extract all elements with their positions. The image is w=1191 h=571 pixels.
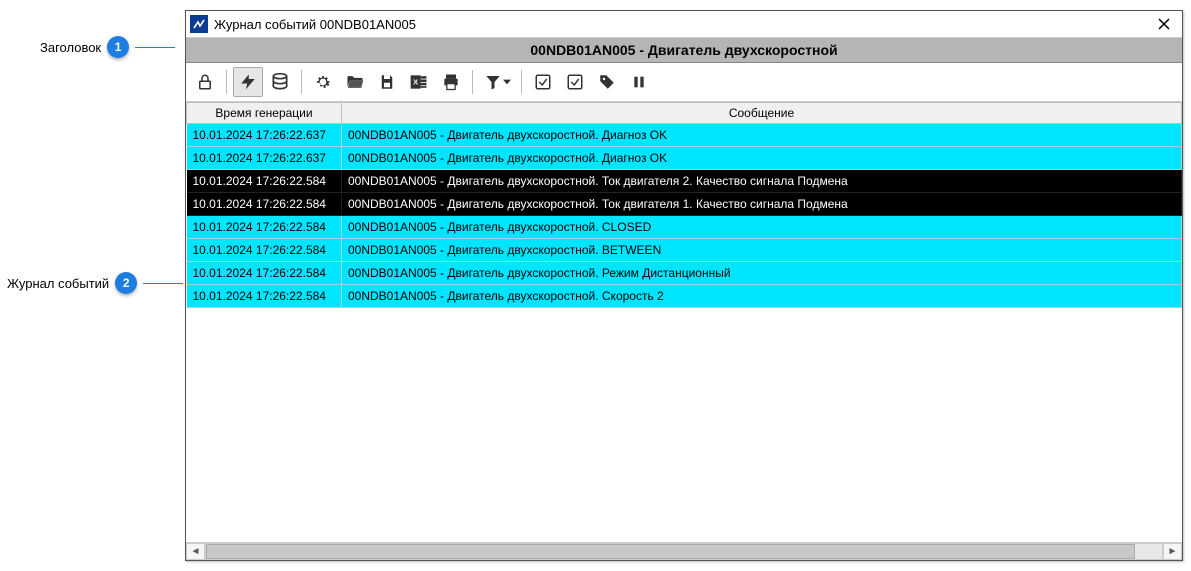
- check-all-button[interactable]: [528, 67, 558, 97]
- check-selection-button[interactable]: [560, 67, 590, 97]
- cell-message: 00NDB01AN005 - Двигатель двухскоростной.…: [342, 262, 1182, 285]
- column-header-time[interactable]: Время генерации: [187, 103, 342, 124]
- cell-message: 00NDB01AN005 - Двигатель двухскоростной.…: [342, 239, 1182, 262]
- table-row[interactable]: 10.01.2024 17:26:22.63700NDB01AN005 - Дв…: [187, 124, 1182, 147]
- callout-header-bubble: 1: [107, 36, 129, 58]
- database-icon: [270, 72, 290, 92]
- print-icon: [441, 72, 461, 92]
- folder-icon: [345, 72, 365, 92]
- cell-message: 00NDB01AN005 - Двигатель двухскоростной.…: [342, 193, 1182, 216]
- save-icon: [378, 73, 396, 91]
- callout-leadline: [135, 47, 175, 48]
- table-header-row: Время генерации Сообщение: [187, 103, 1182, 124]
- lock-button[interactable]: [190, 67, 220, 97]
- flash-icon: [239, 73, 257, 91]
- close-button[interactable]: [1150, 13, 1178, 35]
- titlebar[interactable]: Журнал событий 00NDB01AN005: [186, 11, 1182, 38]
- table-row[interactable]: 10.01.2024 17:26:22.58400NDB01AN005 - Дв…: [187, 170, 1182, 193]
- pause-icon: [631, 74, 647, 90]
- table-row[interactable]: 10.01.2024 17:26:22.58400NDB01AN005 - Дв…: [187, 239, 1182, 262]
- svg-text:X: X: [413, 78, 418, 87]
- app-icon: [190, 15, 208, 33]
- table-row[interactable]: 10.01.2024 17:26:22.58400NDB01AN005 - Дв…: [187, 216, 1182, 239]
- toolbar-separator: [226, 70, 227, 94]
- table-row[interactable]: 10.01.2024 17:26:22.58400NDB01AN005 - Дв…: [187, 262, 1182, 285]
- table-row[interactable]: 10.01.2024 17:26:22.63700NDB01AN005 - Дв…: [187, 147, 1182, 170]
- export-excel-button[interactable]: X: [404, 67, 434, 97]
- cell-message: 00NDB01AN005 - Двигатель двухскоростной.…: [342, 124, 1182, 147]
- scroll-right-arrow[interactable]: ►: [1163, 543, 1182, 560]
- toolbar-separator: [301, 70, 302, 94]
- cell-time: 10.01.2024 17:26:22.584: [187, 285, 342, 308]
- cell-message: 00NDB01AN005 - Двигатель двухскоростной.…: [342, 216, 1182, 239]
- event-grid: Время генерации Сообщение 10.01.2024 17:…: [186, 102, 1182, 542]
- page-title: 00NDB01AN005 - Двигатель двухскоростной: [186, 38, 1182, 63]
- tag-button[interactable]: [592, 67, 622, 97]
- callout-events: Журнал событий 2: [7, 272, 183, 294]
- settings-button[interactable]: [308, 67, 338, 97]
- lock-icon: [196, 73, 214, 91]
- gear-icon: [313, 72, 333, 92]
- cell-time: 10.01.2024 17:26:22.584: [187, 262, 342, 285]
- flash-button[interactable]: [233, 67, 263, 97]
- toolbar-separator: [472, 70, 473, 94]
- event-log-window: Журнал событий 00NDB01AN005 00NDB01AN005…: [185, 10, 1183, 561]
- filter-button[interactable]: [479, 67, 515, 97]
- cell-message: 00NDB01AN005 - Двигатель двухскоростной.…: [342, 147, 1182, 170]
- excel-icon: X: [409, 72, 429, 92]
- database-button[interactable]: [265, 67, 295, 97]
- table-row[interactable]: 10.01.2024 17:26:22.58400NDB01AN005 - Дв…: [187, 193, 1182, 216]
- toolbar: X: [186, 63, 1182, 102]
- callout-events-bubble: 2: [115, 272, 137, 294]
- window-title: Журнал событий 00NDB01AN005: [214, 17, 416, 32]
- callout-leadline: [143, 283, 183, 284]
- pause-button[interactable]: [624, 67, 654, 97]
- cell-time: 10.01.2024 17:26:22.584: [187, 216, 342, 239]
- scroll-thumb[interactable]: [206, 544, 1135, 559]
- print-button[interactable]: [436, 67, 466, 97]
- callout-events-label: Журнал событий: [7, 276, 109, 291]
- chevron-down-icon: [503, 78, 511, 86]
- cell-message: 00NDB01AN005 - Двигатель двухскоростной.…: [342, 170, 1182, 193]
- horizontal-scrollbar[interactable]: ◄ ►: [186, 542, 1182, 560]
- checkbox-checked-icon: [566, 73, 584, 91]
- cell-time: 10.01.2024 17:26:22.584: [187, 170, 342, 193]
- callout-header-label: Заголовок: [40, 40, 101, 55]
- toolbar-separator: [521, 70, 522, 94]
- filter-icon: [484, 73, 502, 91]
- open-folder-button[interactable]: [340, 67, 370, 97]
- cell-time: 10.01.2024 17:26:22.584: [187, 239, 342, 262]
- cell-time: 10.01.2024 17:26:22.584: [187, 193, 342, 216]
- cell-message: 00NDB01AN005 - Двигатель двухскоростной.…: [342, 285, 1182, 308]
- scroll-left-arrow[interactable]: ◄: [186, 543, 205, 560]
- callout-header: Заголовок 1: [40, 36, 175, 58]
- cell-time: 10.01.2024 17:26:22.637: [187, 147, 342, 170]
- cell-time: 10.01.2024 17:26:22.637: [187, 124, 342, 147]
- scroll-track[interactable]: [205, 543, 1163, 560]
- column-header-message[interactable]: Сообщение: [342, 103, 1182, 124]
- checkbox-checked-icon: [534, 73, 552, 91]
- close-icon: [1158, 18, 1170, 30]
- tag-icon: [598, 73, 616, 91]
- save-button[interactable]: [372, 67, 402, 97]
- table-row[interactable]: 10.01.2024 17:26:22.58400NDB01AN005 - Дв…: [187, 285, 1182, 308]
